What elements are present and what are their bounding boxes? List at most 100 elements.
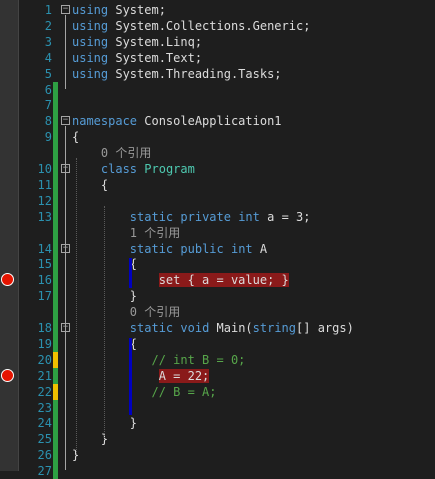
line-number: 26	[37, 448, 52, 463]
line-number: 7	[44, 98, 52, 113]
breakpoint-highlight: set { a = value; }	[158, 273, 289, 288]
indent-guide	[104, 205, 105, 439]
change-indicator	[53, 463, 58, 479]
code-text: static void Main(string[] args)	[72, 320, 354, 336]
change-indicator	[53, 447, 58, 464]
codelens-label[interactable]: 0 个引用	[72, 304, 180, 320]
code-text: using System.Threading.Tasks;	[72, 66, 282, 82]
code-token: a = 3;	[259, 209, 311, 224]
keyword-token: private	[180, 209, 231, 224]
breakpoint-highlight: A = 22;	[158, 368, 210, 383]
line-number: 1	[44, 3, 52, 17]
change-indicator	[53, 113, 58, 130]
change-indicator	[53, 383, 58, 400]
change-indicator	[53, 192, 58, 209]
change-indicator	[53, 145, 58, 162]
indent-guide	[76, 158, 77, 455]
line-number: 9	[44, 130, 52, 145]
code-text: A = 22;	[72, 368, 210, 384]
code-editor[interactable]: 1− using System; 2 using System.Collections…	[0, 0, 435, 479]
change-indicator	[53, 399, 58, 416]
change-indicator	[53, 240, 58, 257]
code-token: Main(	[209, 321, 253, 335]
change-indicator	[53, 224, 58, 241]
line-number: 13	[37, 209, 52, 224]
code-text: // B = A;	[72, 384, 217, 400]
code-text: {	[72, 177, 108, 193]
keyword-token: static	[129, 209, 174, 224]
reference-count: 1 个引用	[72, 225, 181, 240]
keyword-token: int	[238, 209, 260, 224]
change-indicator	[53, 81, 58, 98]
line-number: 16	[37, 273, 52, 288]
code-line[interactable]: 7	[0, 97, 435, 114]
code-token: System;	[108, 3, 166, 17]
reference-count: 0 个引用	[72, 305, 181, 320]
code-text: using System.Text;	[72, 50, 202, 66]
line-number: 17	[37, 289, 52, 304]
code-token: System.Collections.Generic;	[108, 18, 311, 33]
code-text: {	[72, 129, 79, 145]
line-number: 6	[44, 82, 52, 97]
reference-count: 0 个引用	[72, 146, 152, 161]
codelens-label[interactable]: 1 个引用	[72, 225, 180, 241]
type-token: Program	[144, 162, 195, 176]
code-text: class Program	[72, 161, 195, 177]
keyword-token: string	[252, 321, 297, 335]
line-number: 4	[44, 50, 52, 65]
change-indicator	[53, 367, 58, 384]
code-text: }	[72, 431, 108, 447]
code-text: using System.Collections.Generic;	[72, 18, 310, 34]
line-number: 24	[37, 416, 52, 431]
line-number: 5	[44, 66, 52, 81]
keyword-token: namespace	[72, 114, 138, 129]
code-token: [] args)	[296, 321, 354, 335]
breakpoint-icon[interactable]	[1, 273, 14, 287]
code-token: ConsoleApplication1	[137, 114, 282, 129]
line-number: 25	[37, 432, 52, 447]
breakpoint-icon[interactable]	[1, 368, 14, 382]
change-indicator	[53, 97, 58, 114]
change-indicator	[53, 335, 58, 352]
keyword-token: using	[72, 18, 109, 33]
change-indicator	[53, 288, 58, 305]
change-indicator	[53, 272, 58, 289]
collapse-icon[interactable]: −	[61, 5, 70, 14]
change-indicator	[53, 351, 58, 368]
code-token: {	[72, 130, 80, 145]
change-indicator	[53, 431, 58, 448]
change-indicator	[53, 320, 58, 336]
line-number: 18	[37, 321, 52, 335]
scope-highlight-bar	[129, 337, 132, 416]
line-number: 3	[44, 34, 52, 49]
code-token: System.Text;	[108, 50, 203, 65]
line-number: 21	[37, 368, 52, 383]
line-number: 22	[37, 384, 52, 399]
code-text: static public int A	[72, 241, 267, 257]
keyword-token: int	[230, 241, 253, 256]
code-token: }	[72, 432, 109, 447]
code-text: // int B = 0;	[72, 352, 245, 368]
collapse-icon[interactable]: −	[61, 116, 70, 126]
keyword-token: static	[129, 321, 174, 335]
fold-region-line	[65, 126, 66, 471]
keyword-token: class	[100, 162, 138, 176]
keyword-token: using	[72, 66, 109, 81]
scope-highlight-bar	[129, 258, 132, 289]
keyword-token: using	[72, 50, 109, 65]
keyword-token: public	[180, 241, 224, 256]
code-text: static private int a = 3;	[72, 209, 311, 225]
code-token: {	[72, 177, 109, 192]
keyword-token: using	[72, 3, 109, 17]
comment-token: // B = A;	[151, 384, 217, 399]
line-number: 19	[37, 336, 52, 351]
codelens-label[interactable]: 0 个引用	[72, 145, 151, 161]
line-number: 8	[44, 114, 52, 129]
change-indicator	[53, 161, 58, 177]
code-token: System.Linq;	[108, 34, 203, 49]
